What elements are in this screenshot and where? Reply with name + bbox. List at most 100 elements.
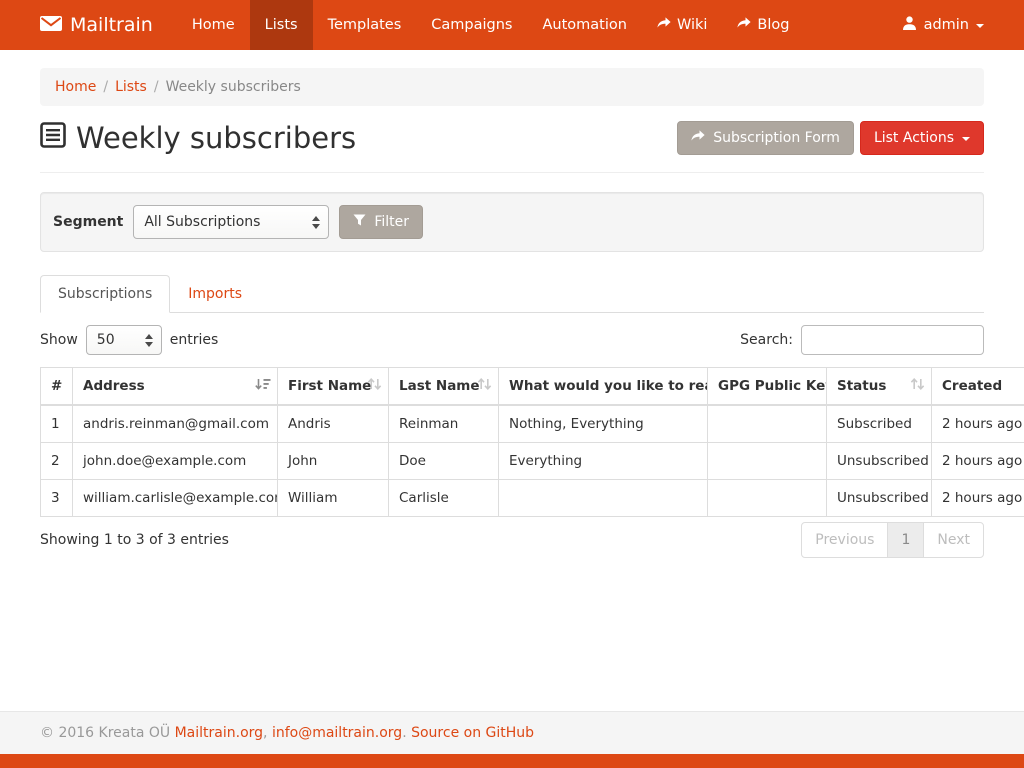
sort-icon bbox=[910, 378, 925, 394]
footer-github-link[interactable]: Source on GitHub bbox=[411, 725, 534, 741]
filter-button[interactable]: Filter bbox=[339, 205, 423, 239]
table-cell: Everything bbox=[499, 443, 708, 480]
pagination-previous-button[interactable]: Previous bbox=[801, 522, 888, 558]
breadcrumb-separator: / bbox=[147, 79, 166, 95]
table-cell bbox=[708, 405, 827, 443]
table-cell: Carlisle bbox=[389, 480, 499, 517]
table-info: Showing 1 to 3 of 3 entries bbox=[40, 532, 229, 548]
subscription-form-label: Subscription Form bbox=[713, 130, 840, 146]
table-cell: Reinman bbox=[389, 405, 499, 443]
nav-item-label: Templates bbox=[328, 17, 402, 33]
column-header[interactable]: Created bbox=[932, 368, 1024, 406]
table-cell: andris.reinman@gmail.com bbox=[73, 405, 278, 443]
search-input[interactable] bbox=[801, 325, 984, 355]
table-cell: Unsubscribed bbox=[827, 480, 932, 517]
table-cell: Doe bbox=[389, 443, 499, 480]
entries-label: entries bbox=[170, 332, 219, 348]
subscribers-table: #AddressFirst NameLast NameWhat would yo… bbox=[40, 367, 1024, 517]
nav-item-home[interactable]: Home bbox=[177, 0, 250, 50]
page-length-value: 50 bbox=[97, 332, 115, 348]
nav-item-campaigns[interactable]: Campaigns bbox=[416, 0, 527, 50]
table-cell: Andris bbox=[278, 405, 389, 443]
nav-item-label: Wiki bbox=[677, 17, 707, 33]
column-header[interactable]: Status bbox=[827, 368, 932, 406]
nav-item-templates[interactable]: Templates bbox=[313, 0, 417, 50]
nav-item-label: Automation bbox=[542, 17, 626, 33]
table-cell bbox=[499, 480, 708, 517]
nav-item-label: Blog bbox=[757, 17, 789, 33]
footer-site-link[interactable]: Mailtrain.org bbox=[175, 725, 263, 741]
breadcrumb: Home/Lists/Weekly subscribers bbox=[40, 68, 984, 106]
segment-select[interactable]: All Subscriptions bbox=[133, 205, 329, 239]
table-cell: 2 bbox=[41, 443, 73, 480]
footer-separator: . bbox=[402, 725, 406, 741]
subscriber-row[interactable]: 2john.doe@example.comJohnDoeEverythingUn… bbox=[41, 443, 1024, 480]
page-length-select[interactable]: 50 bbox=[86, 325, 162, 355]
user-label: admin bbox=[924, 17, 969, 33]
column-header[interactable]: Address bbox=[73, 368, 278, 406]
main-nav: Home Lists Templates Campaigns Automation Wik… bbox=[177, 0, 805, 50]
sort-ascending-icon bbox=[255, 378, 271, 394]
pagination: Previous 1 Next bbox=[801, 522, 984, 558]
column-header-label: What would you like to read? bbox=[509, 378, 708, 394]
footer-email-link[interactable]: info@mailtrain.org bbox=[272, 725, 402, 741]
tab-subscriptions[interactable]: Subscriptions bbox=[40, 275, 170, 313]
mailtrain-app: Mailtrain Home Lists Templates Campaigns Aut… bbox=[0, 0, 1024, 768]
column-header-label: Created bbox=[942, 378, 1002, 394]
funnel-icon bbox=[353, 214, 366, 230]
tabs: SubscriptionsImports bbox=[40, 275, 984, 313]
table-cell: Nothing, Everything bbox=[499, 405, 708, 443]
page-title-text: Weekly subscribers bbox=[76, 121, 356, 155]
subscriber-row[interactable]: 1andris.reinman@gmail.comAndrisReinmanNo… bbox=[41, 405, 1024, 443]
chevron-down-icon bbox=[962, 137, 970, 141]
pagination-next-button[interactable]: Next bbox=[923, 522, 984, 558]
brand-label: Mailtrain bbox=[70, 14, 153, 36]
top-navbar: Mailtrain Home Lists Templates Campaigns Aut… bbox=[0, 0, 1024, 50]
list-actions-button[interactable]: List Actions bbox=[860, 121, 984, 155]
sort-icon bbox=[367, 378, 382, 394]
column-header-label: Last Name bbox=[399, 378, 480, 394]
list-actions-label: List Actions bbox=[874, 130, 954, 146]
nav-item-lists[interactable]: Lists bbox=[250, 0, 313, 50]
brand-link[interactable]: Mailtrain bbox=[40, 0, 153, 50]
table-cell: 3 bbox=[41, 480, 73, 517]
subscription-form-button[interactable]: Subscription Form bbox=[677, 121, 854, 155]
table-cell: Subscribed bbox=[827, 405, 932, 443]
table-cell: william.carlisle@example.com bbox=[73, 480, 278, 517]
breadcrumb-current: Weekly subscribers bbox=[166, 79, 301, 95]
nav-item-blog[interactable]: Blog bbox=[722, 0, 804, 50]
search-label: Search: bbox=[740, 332, 793, 348]
breadcrumb-home[interactable]: Home bbox=[55, 79, 96, 95]
table-cell: john.doe@example.com bbox=[73, 443, 278, 480]
column-header-label: First Name bbox=[288, 378, 371, 394]
column-header[interactable]: Last Name bbox=[389, 368, 499, 406]
column-header: What would you like to read? bbox=[499, 368, 708, 406]
table-cell: 2 hours ago bbox=[932, 443, 1024, 480]
nav-item-automation[interactable]: Automation bbox=[527, 0, 641, 50]
select-spinner-icon bbox=[145, 334, 153, 347]
column-header-label: Status bbox=[837, 378, 886, 394]
pagination-page-1-button[interactable]: 1 bbox=[887, 522, 924, 558]
table-cell: 2 hours ago bbox=[932, 405, 1024, 443]
column-header: GPG Public Key bbox=[708, 368, 827, 406]
header-divider bbox=[40, 172, 984, 173]
page-title: Weekly subscribers bbox=[40, 121, 356, 155]
nav-item-label: Home bbox=[192, 17, 235, 33]
breadcrumb-lists[interactable]: Lists bbox=[115, 79, 147, 95]
segment-select-value: All Subscriptions bbox=[144, 214, 260, 230]
user-menu[interactable]: admin bbox=[902, 0, 984, 50]
footer: © 2016 Kreata OÜ Mailtrain.org, info@mai… bbox=[0, 711, 1024, 768]
table-cell: 1 bbox=[41, 405, 73, 443]
subscriber-row[interactable]: 3william.carlisle@example.comWilliamCarl… bbox=[41, 480, 1024, 517]
footer-separator: , bbox=[263, 725, 267, 741]
segment-panel: Segment All Subscriptions Filter bbox=[40, 192, 984, 252]
select-spinner-icon bbox=[312, 216, 320, 229]
chevron-down-icon bbox=[976, 24, 984, 28]
table-cell: John bbox=[278, 443, 389, 480]
tab-imports[interactable]: Imports bbox=[170, 275, 260, 313]
nav-item-wiki[interactable]: Wiki bbox=[642, 0, 722, 50]
column-header-label: GPG Public Key bbox=[718, 378, 827, 394]
breadcrumb-separator: / bbox=[96, 79, 115, 95]
table-cell bbox=[708, 480, 827, 517]
column-header[interactable]: First Name bbox=[278, 368, 389, 406]
